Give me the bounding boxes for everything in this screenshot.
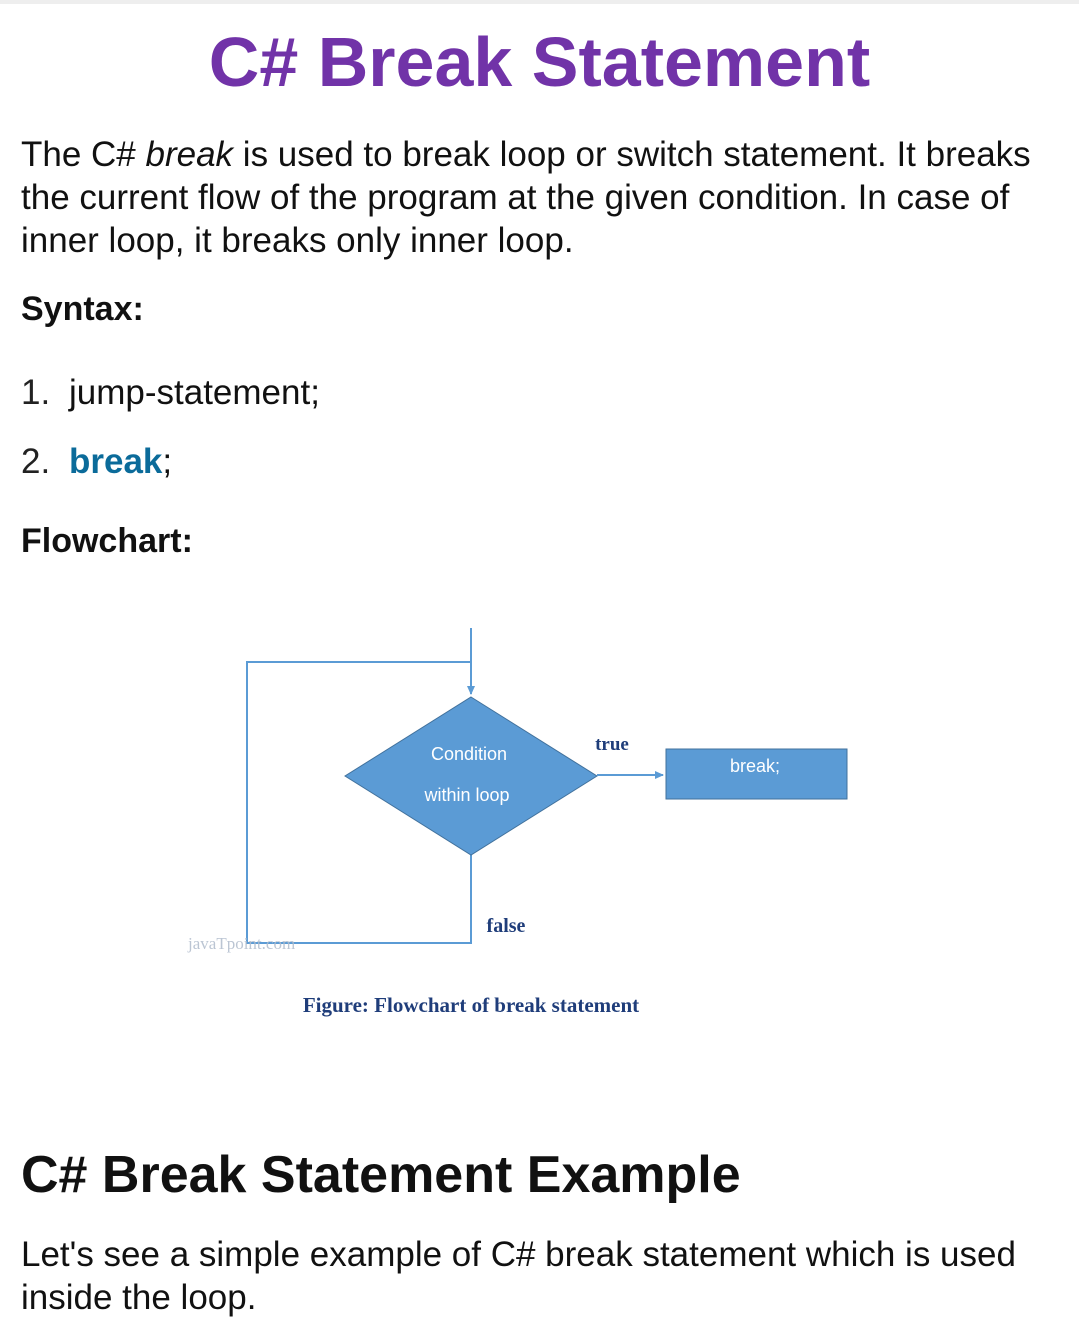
syntax-line-2: 2. break; [21,441,172,483]
syntax-suffix: ; [162,442,173,481]
example-intro-paragraph: Let's see a simple example of C# break s… [21,1235,1016,1317]
page: C# Break Statement The C# break is used … [0,0,1079,1334]
example-heading: C# Break Statement Example [21,1146,741,1204]
intro-paragraph: The C# break is used to break loop or sw… [21,133,1066,262]
break-keyword: break [69,442,163,481]
syntax-code: jump-statement; [69,373,320,412]
intro-text-start: The C# [21,135,146,174]
false-label: false [487,915,526,937]
decision-label-line1: Condition [431,744,507,764]
syntax-heading: Syntax: [21,290,144,328]
flowchart-diagram: Condition within loop true break; false … [187,628,848,1017]
intro-emphasis: break [145,135,234,174]
true-label: true [595,734,629,755]
page-title: C# Break Statement [208,23,871,101]
flowchart-caption: Figure: Flowchart of break statement [303,993,639,1017]
flowchart-heading: Flowchart: [21,522,193,560]
decision-diamond [344,696,598,856]
decision-label-line2: within loop [423,785,509,805]
break-action-label: break; [730,756,780,776]
watermark: javaTpoint.com [187,934,295,953]
line-number: 2. [21,442,51,481]
line-number: 1. [21,373,51,412]
top-divider [0,0,1079,4]
syntax-line-1: 1. jump-statement; [21,372,320,414]
